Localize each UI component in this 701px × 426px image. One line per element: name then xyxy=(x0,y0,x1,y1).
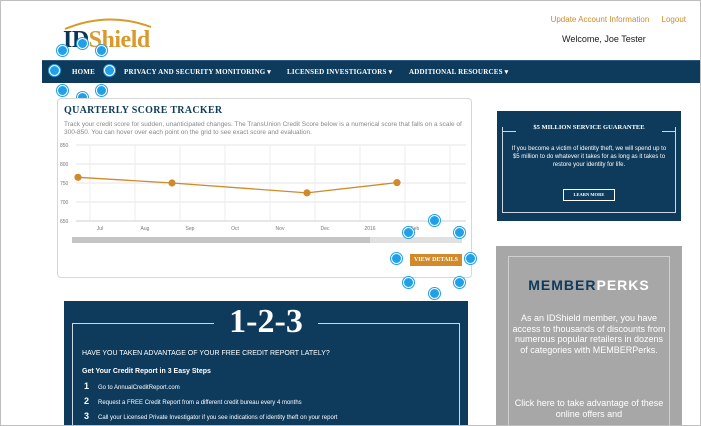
y-tick-label: 750 xyxy=(60,181,69,187)
memberperks-logo: MEMBERPERKS xyxy=(528,277,650,293)
highlight-dot xyxy=(77,38,88,49)
highlight-dot xyxy=(403,277,414,288)
guarantee-title: $5 MILLION SERVICE GUARANTEE xyxy=(533,124,645,131)
logout-link[interactable]: Logout xyxy=(662,15,686,24)
perks-click-here[interactable]: Click here to take advantage of these on… xyxy=(512,398,666,419)
x-tick-label: 2016 xyxy=(364,226,375,232)
nav-home[interactable]: HOME xyxy=(72,68,95,76)
score-point xyxy=(74,173,82,181)
score-line-chart[interactable]: 850800750700650Jul Aug Sep Oct Nov Dec 2016 Feb… xyxy=(58,139,473,235)
x-tick-label: Nov xyxy=(276,226,285,232)
x-tick-label: Jul xyxy=(97,226,103,232)
score-point xyxy=(393,179,401,187)
page: IDShield Update Account Information Logo… xyxy=(0,0,701,426)
y-tick-label: 800 xyxy=(60,162,69,168)
guarantee-rule xyxy=(662,131,676,132)
promo-step: 2 Request a FREE Credit Report from a dif… xyxy=(84,396,302,406)
highlight-dot xyxy=(57,45,68,56)
score-point xyxy=(168,179,176,187)
annual-credit-report-link[interactable]: Go to AnnualCreditReport.com xyxy=(98,385,180,391)
tracker-description: Track your credit score for sudden, unan… xyxy=(64,121,462,136)
score-line xyxy=(77,176,398,194)
nav-additional-resources[interactable]: ADDITIONAL RESOURCES ▾ xyxy=(409,68,508,76)
x-tick-label: Sep xyxy=(186,226,195,232)
promo-heading: 1-2-3 xyxy=(214,303,318,341)
view-details-button[interactable]: VIEW DETAILS xyxy=(410,254,462,266)
y-tick-label: 850 xyxy=(60,143,69,149)
service-guarantee-panel: $5 MILLION SERVICE GUARANTEE If you beco… xyxy=(497,111,681,221)
highlight-dot xyxy=(429,288,440,299)
memberperks-panel[interactable]: MEMBERPERKS As an IDShield member, you h… xyxy=(496,246,682,425)
idshield-logo[interactable]: IDShield xyxy=(61,11,161,55)
x-tick-label: Dec xyxy=(321,226,330,232)
score-tracker-panel: QUARTERLY SCORE TRACKER Track your credi… xyxy=(57,98,472,278)
y-tick-label: 700 xyxy=(60,200,69,206)
highlight-dot xyxy=(104,65,115,76)
promo-step: 3 Call your Licensed Private Investigator… xyxy=(84,411,338,421)
highlight-dot xyxy=(391,253,402,264)
y-tick-label: 650 xyxy=(60,219,69,225)
promo-subheading: Get Your Credit Report in 3 Easy Steps xyxy=(82,368,211,375)
highlight-dot xyxy=(454,277,465,288)
update-account-link[interactable]: Update Account Information xyxy=(551,15,650,24)
highlight-dot xyxy=(96,85,107,96)
tracker-title: QUARTERLY SCORE TRACKER xyxy=(64,105,223,116)
learn-more-button[interactable]: LEARN MORE xyxy=(563,189,615,201)
highlight-dot xyxy=(57,85,68,96)
nav-licensed-investigators[interactable]: LICENSED INVESTIGATORS ▾ xyxy=(287,68,392,76)
main-nav: HOME PRIVACY AND SECURITY MONITORING ▾ L… xyxy=(42,60,700,83)
perks-description: As an IDShield member, you have access t… xyxy=(512,313,666,355)
chart-scroll-thumb[interactable] xyxy=(72,237,370,243)
chart-scrollbar[interactable] xyxy=(72,237,462,243)
x-tick-label: Oct xyxy=(231,226,239,232)
guarantee-body: If you become a victim of identity theft… xyxy=(511,146,667,168)
score-point xyxy=(303,189,311,197)
highlight-dot xyxy=(465,253,476,264)
highlight-dot xyxy=(429,215,440,226)
credit-report-promo: 1-2-3 HAVE YOU TAKEN ADVANTAGE OF YOUR F… xyxy=(64,301,468,425)
promo-question: HAVE YOU TAKEN ADVANTAGE OF YOUR FREE CR… xyxy=(82,350,330,357)
highlight-dot xyxy=(49,65,60,76)
account-links: Update Account Information Logout xyxy=(541,15,686,24)
nav-privacy-security[interactable]: PRIVACY AND SECURITY MONITORING ▾ xyxy=(124,68,271,76)
highlight-dot xyxy=(454,227,465,238)
highlight-dot xyxy=(96,45,107,56)
highlight-dot xyxy=(403,227,414,238)
x-tick-label: Aug xyxy=(141,226,150,232)
guarantee-rule xyxy=(502,131,516,132)
promo-step: 1 Go to AnnualCreditReport.com xyxy=(84,381,180,391)
welcome-message: Welcome, Joe Tester xyxy=(562,34,646,44)
